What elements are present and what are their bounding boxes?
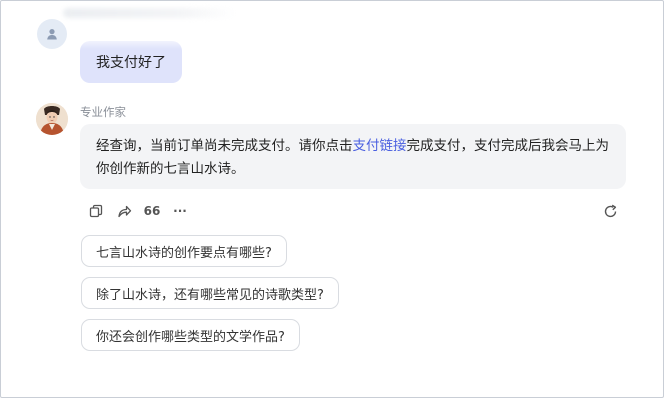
regenerate-button[interactable] (601, 202, 619, 220)
suggestion-chip[interactable]: 七言山水诗的创作要点有哪些? (81, 235, 287, 267)
payment-link[interactable]: 支付链接 (353, 138, 407, 154)
copy-button[interactable] (87, 202, 105, 220)
bot-avatar (36, 103, 68, 135)
suggestion-chip[interactable]: 你还会创作哪些类型的文学作品? (81, 319, 300, 351)
share-icon (117, 205, 131, 218)
user-message-text: 我支付好了 (96, 55, 166, 71)
refresh-icon (604, 204, 616, 217)
bubble-blur-overlay (80, 35, 182, 49)
share-button[interactable] (115, 202, 133, 220)
blurred-user-name (63, 8, 235, 18)
user-message-bubble: 我支付好了 (80, 35, 182, 83)
chat-window: 我支付好了 专业作家 经查询，当前订单尚未完成支付。请你点击支付链接完成支付，支… (0, 0, 664, 398)
user-icon (47, 29, 57, 40)
bot-name: 专业作家 (80, 105, 126, 119)
copy-icon (89, 204, 103, 218)
writer-portrait-icon (36, 103, 68, 135)
quote-button[interactable]: 66 (143, 202, 161, 220)
suggestion-chip[interactable]: 除了山水诗，还有哪些常见的诗歌类型? (81, 277, 339, 309)
more-button[interactable]: ··· (171, 202, 189, 220)
bot-reply-text-1: 经查询，当前订单尚未完成支付。请你点击 (96, 138, 353, 154)
message-actions: 66 ··· (87, 202, 189, 220)
bot-message-bubble: 经查询，当前订单尚未完成支付。请你点击支付链接完成支付，支付完成后我会马上为你创… (80, 124, 626, 189)
user-avatar (37, 19, 67, 49)
